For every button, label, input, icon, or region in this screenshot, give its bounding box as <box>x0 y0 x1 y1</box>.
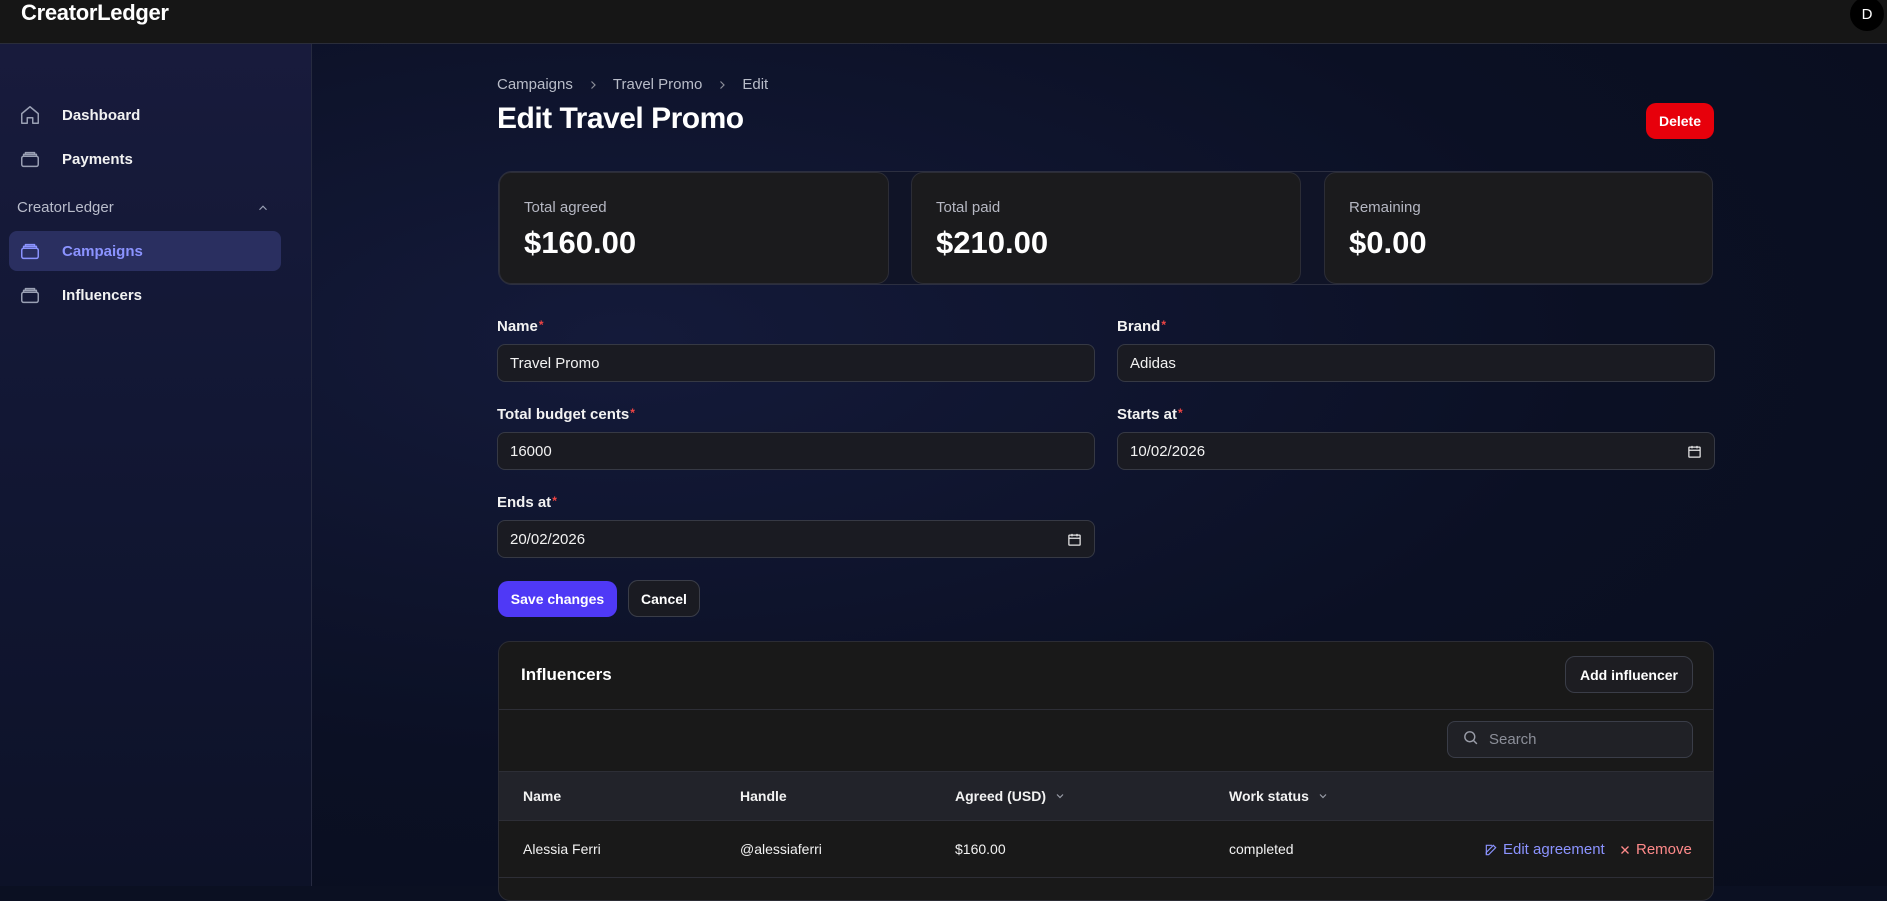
breadcrumb-edit: Edit <box>742 76 769 93</box>
influencers-panel: Influencers Add influencer Name Handle A… <box>498 641 1714 901</box>
influencers-title: Influencers <box>521 665 612 684</box>
name-label: Name* <box>497 318 544 335</box>
starts-at-label: Starts at* <box>1117 406 1183 423</box>
top-bar: CreatorLedger D <box>0 0 1887 44</box>
required-marker: * <box>552 494 557 508</box>
ends-at-label: Ends at* <box>497 494 557 511</box>
sidebar-item-dashboard[interactable]: Dashboard <box>9 95 281 135</box>
stack-icon <box>19 148 41 170</box>
cell-agreed: $160.00 <box>955 841 1006 857</box>
breadcrumb: Campaigns Travel Promo Edit <box>497 76 768 93</box>
edit-icon <box>1485 844 1497 855</box>
sidebar-item-label: Dashboard <box>62 106 141 124</box>
stat-value: $0.00 <box>1349 225 1427 260</box>
column-header-agreed[interactable]: Agreed (USD) <box>955 788 1066 804</box>
required-marker: * <box>630 406 635 420</box>
stat-value: $210.00 <box>936 225 1049 260</box>
sidebar-item-label: Campaigns <box>62 242 143 260</box>
name-input[interactable]: Travel Promo <box>497 344 1095 382</box>
save-changes-button[interactable]: Save changes <box>498 581 617 617</box>
cell-work-status: completed <box>1229 841 1294 857</box>
table-header: Name Handle Agreed (USD) Work status <box>499 771 1713 821</box>
cancel-button[interactable]: Cancel <box>628 580 700 617</box>
cell-name: Alessia Ferri <box>523 841 601 857</box>
budget-input[interactable]: 16000 <box>497 432 1095 470</box>
sidebar-item-influencers[interactable]: Influencers <box>9 275 281 315</box>
stat-label: Remaining <box>1349 199 1421 216</box>
brand-input[interactable]: Adidas <box>1117 344 1715 382</box>
delete-button[interactable]: Delete <box>1646 103 1714 139</box>
search-input[interactable] <box>1487 730 1681 749</box>
breadcrumb-travel-promo[interactable]: Travel Promo <box>613 76 702 93</box>
home-icon <box>19 104 41 126</box>
user-avatar[interactable]: D <box>1850 0 1884 31</box>
stat-total-agreed: Total agreed $160.00 <box>499 172 889 284</box>
budget-label: Total budget cents* <box>497 406 635 423</box>
stack-icon <box>19 240 41 262</box>
calendar-icon[interactable] <box>1687 444 1702 463</box>
table-row: Alessia Ferri @alessiaferri $160.00 comp… <box>499 821 1713 878</box>
brand-logo[interactable]: CreatorLedger <box>21 0 169 26</box>
chevron-right-icon <box>716 79 728 91</box>
starts-at-value: 10/02/2026 <box>1130 442 1206 460</box>
stat-value: $160.00 <box>524 225 637 260</box>
chevron-right-icon <box>587 79 599 91</box>
required-marker: * <box>538 318 544 332</box>
sidebar-item-campaigns[interactable]: Campaigns <box>9 231 281 271</box>
sidebar-item-label: Influencers <box>62 286 143 304</box>
sidebar-item-label: Payments <box>62 150 133 168</box>
ends-at-input[interactable]: 20/02/2026 <box>497 520 1095 558</box>
sidebar: Dashboard Payments CreatorLedger Campaig… <box>0 44 312 886</box>
stack-icon <box>19 284 41 306</box>
ends-at-value: 20/02/2026 <box>510 530 586 548</box>
column-header-work-status[interactable]: Work status <box>1229 788 1329 804</box>
stats-overview: Total agreed $160.00 Total paid $210.00 … <box>498 171 1713 285</box>
breadcrumb-campaigns[interactable]: Campaigns <box>497 76 573 93</box>
remove-link[interactable]: Remove <box>1619 841 1692 858</box>
page-title: Edit Travel Promo <box>497 102 744 135</box>
stat-remaining: Remaining $0.00 <box>1324 172 1713 284</box>
add-influencer-button[interactable]: Add influencer <box>1565 656 1693 693</box>
column-header-handle[interactable]: Handle <box>740 788 787 804</box>
chevron-down-icon <box>1319 794 1327 799</box>
edit-agreement-link[interactable]: Edit agreement <box>1484 841 1605 858</box>
search-box[interactable] <box>1447 721 1693 758</box>
stat-total-paid: Total paid $210.00 <box>911 172 1301 284</box>
search-icon <box>1462 729 1479 751</box>
starts-at-input[interactable]: 10/02/2026 <box>1117 432 1715 470</box>
sidebar-item-payments[interactable]: Payments <box>9 139 281 179</box>
required-marker: * <box>1178 406 1183 420</box>
stat-label: Total paid <box>936 199 1001 216</box>
stat-label: Total agreed <box>524 199 607 216</box>
cell-handle: @alessiaferri <box>740 841 822 857</box>
brand-label: Brand* <box>1117 318 1167 335</box>
calendar-icon[interactable] <box>1067 532 1082 551</box>
chevron-down-icon <box>1056 794 1064 799</box>
column-header-name[interactable]: Name <box>523 788 561 804</box>
chevron-up-icon[interactable] <box>256 201 270 220</box>
close-icon <box>1621 845 1629 854</box>
sidebar-group-label[interactable]: CreatorLedger <box>17 199 114 216</box>
divider <box>499 709 1713 710</box>
required-marker: * <box>1161 318 1167 332</box>
